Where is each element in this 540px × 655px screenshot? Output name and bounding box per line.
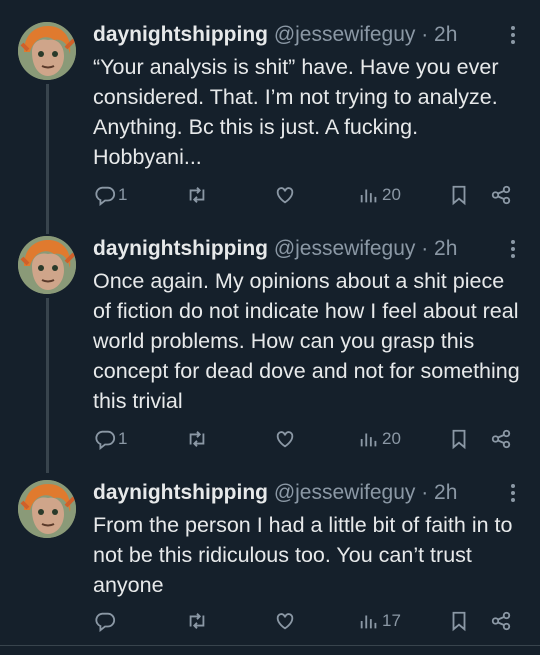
timestamp[interactable]: · 2h [421,237,457,260]
views-count: 20 [382,429,401,448]
share-button[interactable] [490,424,512,454]
timestamp[interactable]: · 2h [421,23,457,46]
thread-connector [46,84,49,234]
reply-icon [95,186,116,206]
bookmark-button[interactable] [448,424,470,454]
tweet-text: From the person I had a little bit of fa… [93,513,513,597]
handle[interactable]: @jessewifeguy [274,23,416,46]
reply-button[interactable]: 1 [94,180,127,210]
display-name[interactable]: daynightshipping [93,237,268,260]
reply-icon [95,612,116,632]
views-button[interactable]: 17 [358,606,401,636]
reply-count: 1 [118,185,128,204]
tweet-text: Once again. My opinions about a shit pie… [93,269,520,413]
heart-icon [276,613,294,630]
views-count: 17 [382,611,401,630]
like-button[interactable] [274,180,298,210]
action-bar: 17 [0,606,540,636]
like-button[interactable] [274,424,298,454]
heart-icon [276,431,294,448]
timestamp[interactable]: · 2h [421,481,457,504]
share-button[interactable] [490,606,512,636]
bookmark-icon [452,611,466,632]
avatar[interactable] [18,480,76,538]
views-count: 20 [382,185,401,204]
tweet-text: “Your analysis is shit” have. Have you e… [93,55,499,169]
handle[interactable]: @jessewifeguy [274,481,416,504]
share-icon [491,185,511,205]
handle[interactable]: @jessewifeguy [274,237,416,260]
reply-count: 1 [118,429,128,448]
heart-icon [276,187,294,204]
tweet-header: daynightshipping @jessewifeguy · 2h [93,236,500,262]
avatar[interactable] [18,236,76,294]
views-icon [360,189,377,203]
views-icon [360,615,377,629]
bookmark-button[interactable] [448,606,470,636]
reply-button[interactable] [94,606,118,636]
tweet[interactable]: daynightshipping @jessewifeguy · 2h From… [0,472,540,647]
share-icon [491,611,511,631]
display-name[interactable]: daynightshipping [93,23,268,46]
action-bar: 1 20 [0,424,540,454]
reply-button[interactable]: 1 [94,424,127,454]
conversation-thread: daynightshipping @jessewifeguy · 2h “You… [0,0,540,655]
retweet-button[interactable] [186,424,210,454]
tweet[interactable]: daynightshipping @jessewifeguy · 2h Once… [0,228,540,473]
bookmark-icon [452,429,466,450]
tweet[interactable]: daynightshipping @jessewifeguy · 2h “You… [0,14,540,234]
more-icon[interactable] [510,484,516,506]
tweet-header: daynightshipping @jessewifeguy · 2h [93,22,500,48]
retweet-icon [189,431,205,447]
bookmark-icon [452,185,466,206]
action-bar: 1 20 [0,180,540,210]
retweet-icon [189,613,205,629]
like-button[interactable] [274,606,298,636]
bookmark-button[interactable] [448,180,470,210]
views-button[interactable]: 20 [358,424,401,454]
views-button[interactable]: 20 [358,180,401,210]
more-icon[interactable] [510,26,516,48]
reply-icon [95,430,116,450]
display-name[interactable]: daynightshipping [93,481,268,504]
tweet-header: daynightshipping @jessewifeguy · 2h [93,480,500,506]
more-icon[interactable] [510,240,516,262]
retweet-button[interactable] [186,180,210,210]
share-button[interactable] [490,180,512,210]
share-icon [491,429,511,449]
views-icon [360,433,377,447]
retweet-icon [189,187,205,203]
divider [0,645,540,646]
avatar[interactable] [18,22,76,80]
retweet-button[interactable] [186,606,210,636]
